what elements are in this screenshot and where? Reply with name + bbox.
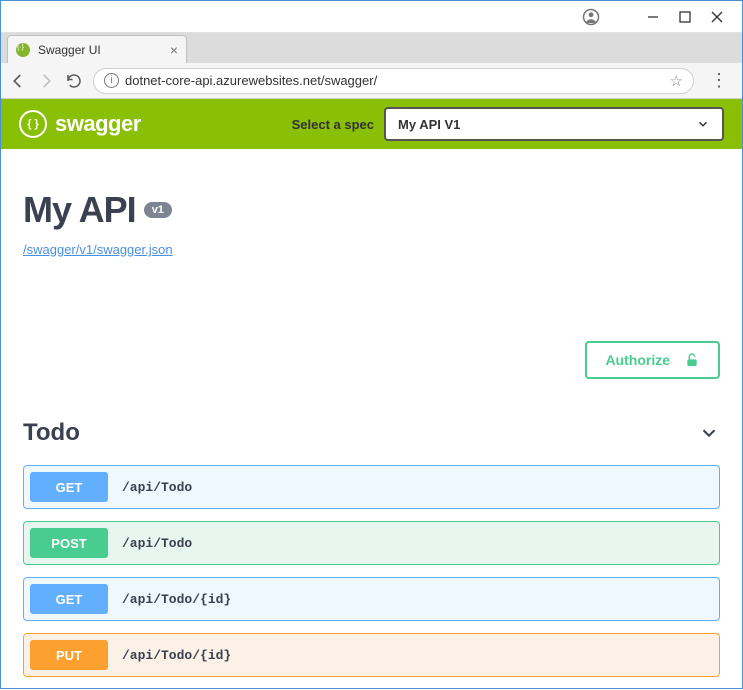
reload-button[interactable] [65, 72, 83, 90]
operation-method: PUT [30, 640, 108, 670]
operation-row[interactable]: GET/api/Todo/{id} [23, 577, 720, 621]
section-title: Todo [23, 419, 80, 447]
section-header-todo[interactable]: Todo [23, 419, 720, 447]
minimize-button[interactable] [646, 10, 660, 24]
address-bar: i dotnet-core-api.azurewebsites.net/swag… [1, 63, 742, 99]
chevron-down-icon [698, 422, 720, 444]
operation-path: /api/Todo [122, 536, 192, 551]
user-icon[interactable] [582, 8, 600, 26]
window-controls [582, 8, 742, 26]
url-input[interactable]: i dotnet-core-api.azurewebsites.net/swag… [93, 68, 694, 94]
operation-row[interactable]: GET/api/Todo [23, 465, 720, 509]
url-text: dotnet-core-api.azurewebsites.net/swagge… [125, 73, 377, 88]
operations-list: GET/api/TodoPOST/api/TodoGET/api/Todo/{i… [23, 465, 720, 677]
operation-row[interactable]: POST/api/Todo [23, 521, 720, 565]
operation-method: GET [30, 584, 108, 614]
operation-method: GET [30, 472, 108, 502]
authorize-button[interactable]: Authorize [585, 341, 720, 379]
forward-button[interactable] [37, 72, 55, 90]
content-area: My API v1 /swagger/v1/swagger.json Autho… [1, 149, 742, 690]
swagger-brand-text: swagger [55, 111, 141, 137]
spec-selected-value: My API V1 [398, 117, 460, 132]
close-button[interactable] [710, 10, 724, 24]
spec-selector-area: Select a spec My API V1 [292, 107, 724, 141]
swagger-logo[interactable]: { } swagger [19, 110, 141, 138]
operation-method: POST [30, 528, 108, 558]
bookmark-icon[interactable]: ☆ [670, 72, 683, 90]
operation-row[interactable]: PUT/api/Todo/{id} [23, 633, 720, 677]
unlock-icon [684, 351, 700, 369]
maximize-button[interactable] [678, 10, 692, 24]
authorize-label: Authorize [605, 352, 670, 368]
authorize-row: Authorize [23, 341, 720, 379]
site-info-icon[interactable]: i [104, 73, 119, 88]
api-title-row: My API v1 [23, 189, 720, 231]
operation-path: /api/Todo/{id} [122, 592, 231, 607]
spec-link[interactable]: /swagger/v1/swagger.json [23, 242, 173, 257]
tab-favicon-icon [16, 43, 30, 57]
browser-tab-bar: Swagger UI × [1, 33, 742, 63]
chevron-down-icon [696, 117, 710, 131]
tab-close-icon[interactable]: × [170, 42, 178, 58]
swagger-logo-icon: { } [19, 110, 47, 138]
spec-label: Select a spec [292, 117, 374, 132]
operation-path: /api/Todo/{id} [122, 648, 231, 663]
version-badge: v1 [144, 202, 172, 218]
browser-menu-button[interactable]: ⋮ [704, 70, 734, 91]
back-button[interactable] [9, 72, 27, 90]
tab-title: Swagger UI [38, 43, 164, 57]
window-titlebar [1, 1, 742, 33]
spec-select[interactable]: My API V1 [384, 107, 724, 141]
operation-path: /api/Todo [122, 480, 192, 495]
swagger-header: { } swagger Select a spec My API V1 [1, 99, 742, 149]
api-title: My API [23, 189, 136, 231]
browser-tab[interactable]: Swagger UI × [7, 35, 187, 63]
